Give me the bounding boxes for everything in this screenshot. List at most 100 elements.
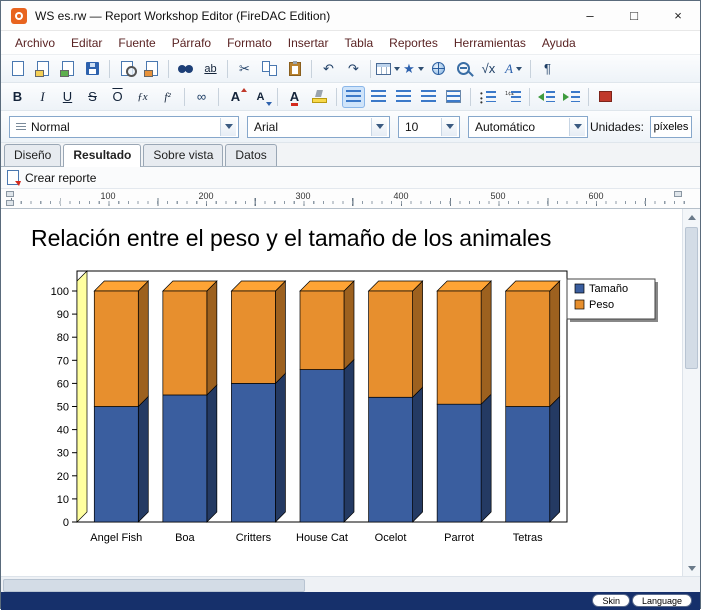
separator [168, 60, 169, 78]
paragraph-shading-button[interactable] [594, 86, 617, 108]
scroll-down-arrow-icon[interactable] [683, 560, 700, 576]
svg-text:90: 90 [57, 309, 69, 321]
separator [277, 88, 278, 106]
menu-parrafo[interactable]: Párrafo [164, 33, 219, 53]
create-report-button[interactable]: Crear reporte [25, 171, 96, 185]
font-color-button[interactable]: A [283, 86, 306, 108]
hyperlink-icon: ∞ [197, 89, 206, 104]
vertical-scroll-thumb[interactable] [685, 227, 698, 369]
bullets-button[interactable] [476, 86, 499, 108]
left-indent-marker[interactable] [6, 191, 14, 197]
align-box-button[interactable] [442, 86, 465, 108]
menu-herramientas[interactable]: Herramientas [446, 33, 534, 53]
tab-datos[interactable]: Datos [225, 144, 276, 166]
scroll-up-arrow-icon[interactable] [683, 209, 700, 225]
menu-insertar[interactable]: Insertar [280, 33, 337, 53]
ruler-mark-400: 400 [391, 191, 410, 201]
pilcrow-icon: ¶ [544, 61, 551, 76]
copy-button[interactable] [258, 58, 281, 80]
style-combo-arrow[interactable] [220, 118, 236, 136]
new-document-button[interactable] [6, 58, 29, 80]
highlight-button[interactable] [308, 86, 331, 108]
horizontal-scrollbar[interactable] [1, 576, 700, 592]
maximize-button[interactable]: □ [612, 1, 656, 30]
find-button[interactable] [174, 58, 197, 80]
open-document-button[interactable] [31, 58, 54, 80]
menu-reportes[interactable]: Reportes [381, 33, 446, 53]
equation-button[interactable]: √x [477, 58, 500, 80]
insert-symbol-button[interactable]: ★ [402, 58, 425, 80]
shrink-font-button[interactable]: A [249, 86, 272, 108]
align-left-button[interactable] [342, 86, 365, 108]
color-combo-arrow[interactable] [569, 118, 585, 136]
zoom-button[interactable] [452, 58, 475, 80]
language-button[interactable]: Language [632, 594, 692, 607]
svg-text:Boa: Boa [175, 532, 195, 544]
underline-button[interactable]: U [56, 86, 79, 108]
superscript-button[interactable]: f² [156, 86, 179, 108]
decrease-indent-button[interactable] [535, 86, 558, 108]
paragraph-shading-icon [599, 91, 612, 102]
page-setup-icon [146, 61, 158, 76]
overline-button[interactable]: O [106, 86, 129, 108]
style-combo[interactable]: Normal [9, 116, 239, 138]
menu-fuente[interactable]: Fuente [110, 33, 163, 53]
save-button[interactable] [81, 58, 104, 80]
subscript-button[interactable]: ƒx [131, 86, 154, 108]
chevron-down-icon [574, 124, 582, 129]
print-preview-button[interactable] [115, 58, 138, 80]
horizontal-scroll-thumb[interactable] [3, 579, 305, 592]
right-margin-marker[interactable] [674, 191, 682, 197]
formatting-marks-button[interactable]: ¶ [536, 58, 559, 80]
font-size-arrow[interactable] [441, 118, 457, 136]
svg-text:Angel Fish: Angel Fish [90, 532, 142, 544]
cut-button[interactable]: ✂ [233, 58, 256, 80]
align-right-button[interactable] [392, 86, 415, 108]
tab-resultado[interactable]: Resultado [63, 144, 141, 167]
menu-tabla[interactable]: Tabla [336, 33, 381, 53]
svg-text:10: 10 [57, 494, 69, 506]
left-margin-marker[interactable] [6, 200, 14, 206]
menu-editar[interactable]: Editar [63, 33, 110, 53]
separator [370, 60, 371, 78]
numbering-button[interactable] [501, 86, 524, 108]
redo-button[interactable]: ↷ [342, 58, 365, 80]
vertical-scrollbar[interactable] [682, 209, 700, 576]
grow-font-button[interactable]: A [224, 86, 247, 108]
insert-table-button[interactable] [376, 58, 400, 80]
tab-sobre-vista[interactable]: Sobre vista [143, 144, 223, 166]
replace-button[interactable]: ab [199, 58, 222, 80]
paste-button[interactable] [283, 58, 306, 80]
page-setup-button[interactable] [140, 58, 163, 80]
increase-indent-icon [563, 90, 580, 103]
text-style-button[interactable]: A [502, 58, 525, 80]
tab-diseno[interactable]: Diseño [4, 144, 61, 166]
close-button[interactable]: × [656, 1, 700, 30]
align-justify-button[interactable] [417, 86, 440, 108]
highlight-icon [312, 90, 327, 103]
print-preview-icon [121, 61, 133, 76]
align-center-button[interactable] [367, 86, 390, 108]
undo-button[interactable]: ↶ [317, 58, 340, 80]
color-combo[interactable]: Automático [468, 116, 588, 138]
strikethrough-button[interactable]: S [81, 86, 104, 108]
increase-indent-button[interactable] [560, 86, 583, 108]
import-document-button[interactable] [56, 58, 79, 80]
menu-ayuda[interactable]: Ayuda [534, 33, 584, 53]
hyperlink-button[interactable]: ∞ [190, 86, 213, 108]
italic-button[interactable]: I [31, 86, 54, 108]
hyperlink-globe-button[interactable] [427, 58, 450, 80]
menu-archivo[interactable]: Archivo [7, 33, 63, 53]
horizontal-ruler: 100 200 300 400 500 600 [1, 189, 700, 209]
minimize-button[interactable]: – [568, 1, 612, 30]
menu-formato[interactable]: Formato [219, 33, 280, 53]
units-value[interactable]: píxeles [650, 116, 692, 138]
skin-button[interactable]: Skin [592, 594, 630, 607]
style-combo-value: Normal [31, 120, 70, 134]
separator [184, 88, 185, 106]
font-size-combo[interactable]: 10 [398, 116, 460, 138]
svg-text:Parrot: Parrot [444, 532, 474, 544]
font-combo[interactable]: Arial [247, 116, 390, 138]
bold-button[interactable]: B [6, 86, 29, 108]
font-combo-arrow[interactable] [371, 118, 387, 136]
